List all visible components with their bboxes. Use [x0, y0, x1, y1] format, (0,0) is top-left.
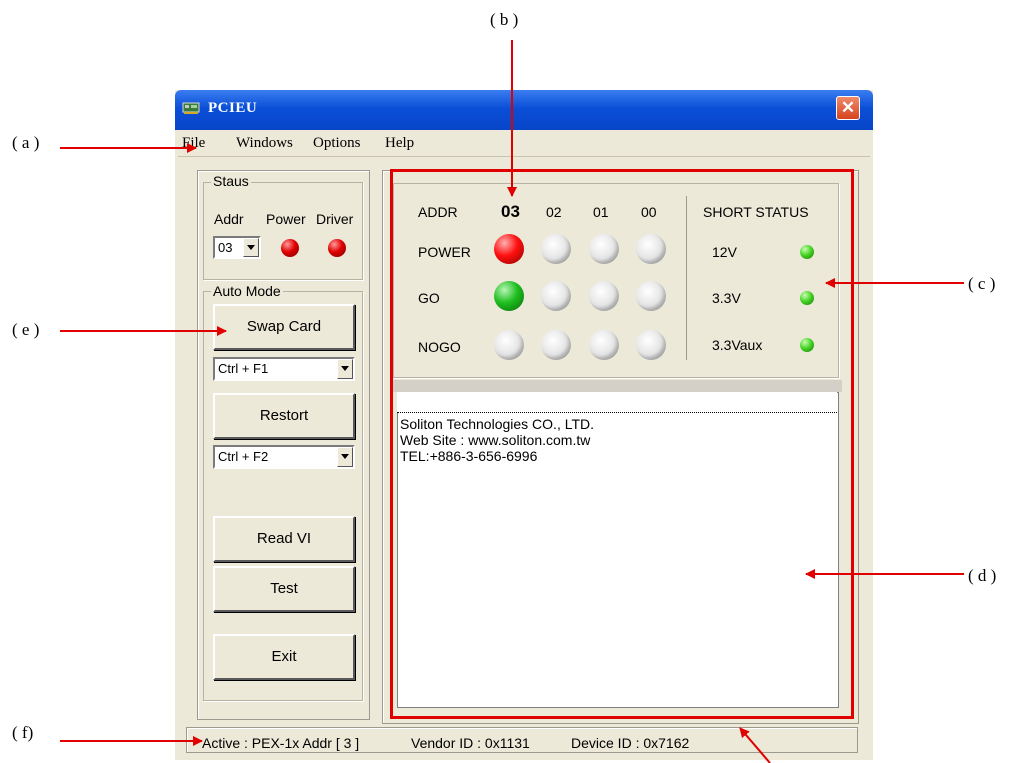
arrow-bottom: [739, 727, 771, 763]
annotation-arrows: [60, 40, 964, 763]
